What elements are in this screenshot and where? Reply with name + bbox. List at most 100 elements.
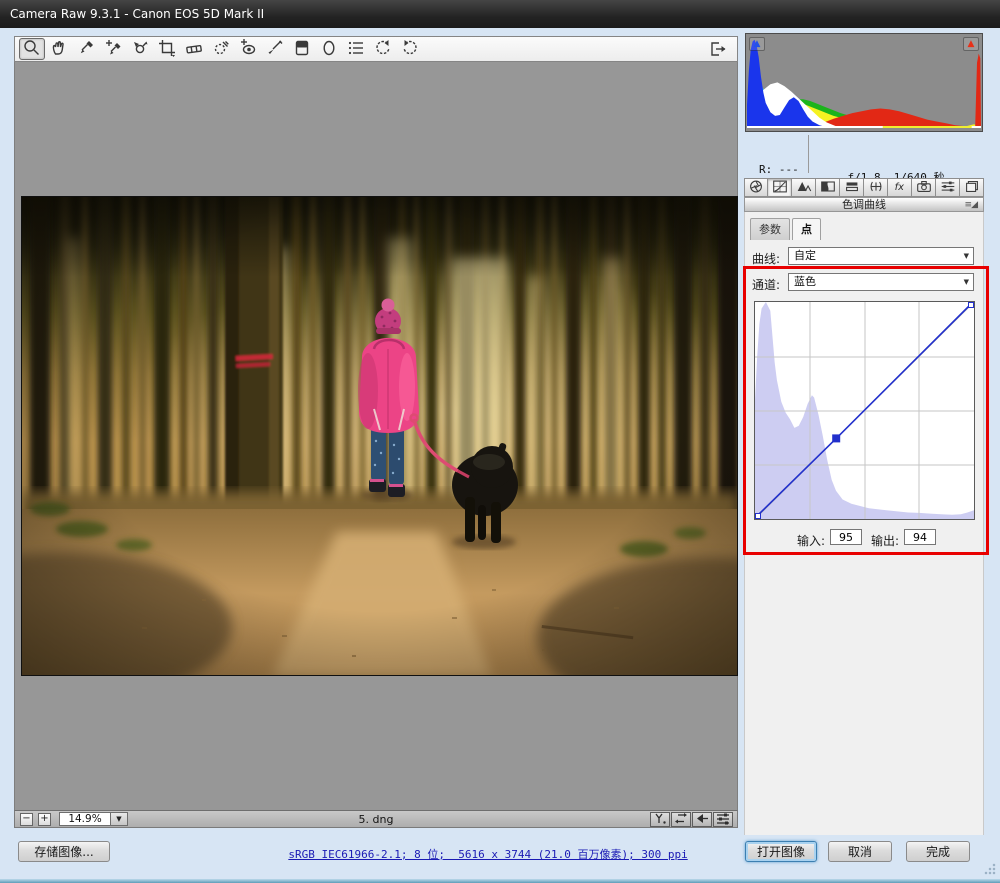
- curve-preset-dropdown[interactable]: 自定 ▼: [788, 247, 974, 265]
- tab-parametric[interactable]: 参数: [750, 218, 790, 240]
- lens-corrections-tab-icon: [867, 179, 885, 197]
- svg-text:fx: fx: [894, 182, 903, 193]
- split-toning-tab[interactable]: [840, 178, 864, 197]
- channel-dropdown[interactable]: 蓝色 ▼: [788, 273, 974, 291]
- basic-tab[interactable]: [744, 178, 768, 197]
- curve-mode-tabs: 参数 点: [750, 218, 823, 240]
- spot-removal-tool-button[interactable]: [208, 38, 234, 60]
- status-bar: 5. dng − + 14.9% ▼: [14, 810, 738, 828]
- radial-filter-tool-icon: [319, 38, 339, 61]
- crop-tool-button[interactable]: [154, 38, 180, 60]
- toolbar: [14, 36, 738, 62]
- snapshots-tab-icon: [963, 179, 981, 197]
- window-bottom-edge: [0, 879, 1000, 883]
- rotate-right-button[interactable]: [397, 38, 423, 60]
- lens-corrections-tab[interactable]: [864, 178, 888, 197]
- red-eye-tool-icon: [238, 38, 258, 61]
- curve-label: 曲线:: [752, 250, 780, 267]
- swap-before-after-button[interactable]: [671, 812, 691, 827]
- output-label: 输出:: [871, 532, 899, 549]
- done-button[interactable]: 完成: [906, 841, 970, 862]
- hsl-grayscale-tab[interactable]: [816, 178, 840, 197]
- curve-input-field[interactable]: [830, 529, 862, 545]
- zoom-tool-button[interactable]: [19, 38, 45, 60]
- preferences-icon: [346, 38, 366, 61]
- toggle-fullscreen-button[interactable]: [705, 39, 731, 61]
- copy-current-settings-button[interactable]: [692, 812, 712, 827]
- radial-filter-tool-button[interactable]: [316, 38, 342, 60]
- input-label: 输入:: [797, 532, 825, 549]
- chevron-down-icon: ▼: [964, 248, 969, 264]
- straighten-tool-button[interactable]: [181, 38, 207, 60]
- camera-calibration-tab[interactable]: [912, 178, 936, 197]
- filename-label: 5. dng: [15, 813, 737, 826]
- snapshots-tab[interactable]: [960, 178, 984, 197]
- camera-calibration-tab-icon: [915, 179, 933, 197]
- hsl-grayscale-tab-icon: [819, 179, 837, 197]
- channel-label: 通道:: [752, 276, 780, 293]
- channel-value: 蓝色: [794, 275, 816, 288]
- adjustment-brush-tool-button[interactable]: [262, 38, 288, 60]
- straighten-tool-icon: [184, 38, 204, 61]
- photo-preview[interactable]: [21, 196, 738, 676]
- panel-header: 色调曲线 ≡◢: [744, 197, 984, 212]
- rotate-left-button[interactable]: [370, 38, 396, 60]
- detail-tab[interactable]: [792, 178, 816, 197]
- rgb-histogram: ▲ ▲: [745, 33, 983, 132]
- workflow-options-link[interactable]: sRGB IEC61966-2.1; 8 位; 5616 x 3744 (21.…: [288, 846, 687, 862]
- image-info: R: --- G: --- B: --- f/1.8 1/640 秒 ISO 2…: [745, 132, 983, 177]
- before-after-toggle-button[interactable]: [650, 812, 670, 827]
- highlight-clipping-indicator[interactable]: ▲: [963, 37, 979, 51]
- shadow-clipping-indicator[interactable]: ▲: [749, 37, 765, 51]
- camera-raw-dialog: Camera Raw 9.3.1 - Canon EOS 5D Mark II: [0, 0, 1000, 883]
- red-eye-tool-button[interactable]: [235, 38, 261, 60]
- copy-current-settings-icon: [694, 812, 710, 828]
- settings-tab-strip: fx: [744, 178, 984, 197]
- tone-curve-tab[interactable]: [768, 178, 792, 197]
- crop-tool-icon: [157, 38, 177, 61]
- split-toning-tab-icon: [843, 179, 861, 197]
- open-image-button[interactable]: 打开图像: [745, 841, 817, 862]
- window-title: Camera Raw 9.3.1 - Canon EOS 5D Mark II: [10, 7, 264, 21]
- curve-point-0[interactable]: [756, 514, 761, 519]
- rotate-right-icon: [400, 38, 420, 61]
- graduated-filter-tool-icon: [292, 38, 312, 61]
- preview-preferences-button[interactable]: [713, 812, 733, 827]
- save-image-button[interactable]: 存储图像...: [18, 841, 110, 862]
- spot-removal-tool-icon: [211, 38, 231, 61]
- image-canvas: [14, 62, 738, 810]
- targeted-adjustment-tool-button[interactable]: [127, 38, 153, 60]
- panel-title: 色调曲线: [842, 198, 886, 211]
- curve-output-field[interactable]: [904, 529, 936, 545]
- preview-preferences-icon: [715, 812, 731, 828]
- zoom-tool-icon: [22, 38, 42, 61]
- chevron-down-icon: ▼: [964, 274, 969, 290]
- panel-menu-icon[interactable]: ≡◢: [965, 199, 977, 212]
- color-sampler-tool-button[interactable]: [100, 38, 126, 60]
- curve-point-2[interactable]: [969, 303, 974, 308]
- effects-tab-icon: fx: [891, 179, 909, 197]
- before-after-toggle-icon: [652, 812, 668, 828]
- curve-point-1[interactable]: [833, 435, 840, 442]
- color-sampler-tool-icon: [103, 38, 123, 61]
- hand-tool-icon: [49, 38, 69, 61]
- hand-tool-button[interactable]: [46, 38, 72, 60]
- toggle-fullscreen-icon: [707, 39, 729, 62]
- cancel-button[interactable]: 取消: [828, 841, 892, 862]
- white-balance-tool-icon: [76, 38, 96, 61]
- resize-grip[interactable]: [984, 863, 996, 875]
- detail-tab-icon: [795, 179, 813, 197]
- preferences-button[interactable]: [343, 38, 369, 60]
- r-readout: R: ---: [759, 163, 799, 177]
- tone-curve-editor[interactable]: [754, 301, 975, 520]
- presets-tab[interactable]: [936, 178, 960, 197]
- presets-tab-icon: [939, 179, 957, 197]
- tab-point[interactable]: 点: [792, 218, 821, 240]
- basic-tab-icon: [747, 179, 765, 197]
- effects-tab[interactable]: fx: [888, 178, 912, 197]
- swap-before-after-icon: [673, 812, 689, 828]
- tone-curve-tab-icon: [771, 179, 789, 197]
- rotate-left-icon: [373, 38, 393, 61]
- graduated-filter-tool-button[interactable]: [289, 38, 315, 60]
- white-balance-tool-button[interactable]: [73, 38, 99, 60]
